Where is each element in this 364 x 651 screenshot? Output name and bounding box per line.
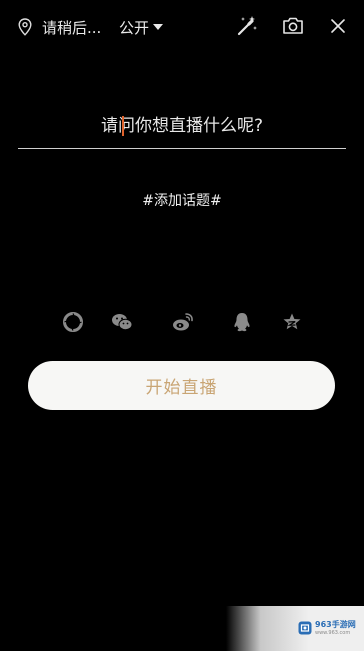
text-cursor [122, 116, 124, 136]
top-bar: 请稍后... 公开 [0, 0, 364, 52]
camera-flip-icon[interactable] [281, 14, 305, 38]
wechat-moments-icon[interactable] [61, 310, 85, 334]
qzone-star-icon[interactable] [280, 310, 304, 334]
share-options [0, 310, 364, 334]
watermark-url: www.963.com [315, 630, 351, 636]
close-icon[interactable] [326, 14, 350, 38]
magic-wand-icon[interactable] [235, 14, 259, 38]
wechat-icon[interactable] [110, 310, 134, 334]
live-title-input[interactable] [18, 108, 346, 144]
site-logo-icon [298, 620, 312, 635]
privacy-label: 公开 [119, 18, 150, 37]
weibo-icon[interactable] [171, 310, 195, 334]
watermark-brand: 963手游网 [315, 620, 356, 629]
privacy-dropdown[interactable]: 公开 [119, 16, 164, 38]
location-pin-icon [18, 18, 32, 36]
caret-down-icon [153, 24, 164, 30]
add-topic-link[interactable]: #添加话题# [0, 190, 364, 210]
location-label: 请稍后... [42, 18, 102, 37]
location-selector[interactable]: 请稍后... [18, 16, 101, 38]
qq-icon[interactable] [230, 310, 254, 334]
site-watermark: 963手游网 www.963.com [226, 606, 364, 651]
live-title-field [18, 108, 346, 149]
start-live-button[interactable]: 开始直播 [28, 361, 335, 410]
